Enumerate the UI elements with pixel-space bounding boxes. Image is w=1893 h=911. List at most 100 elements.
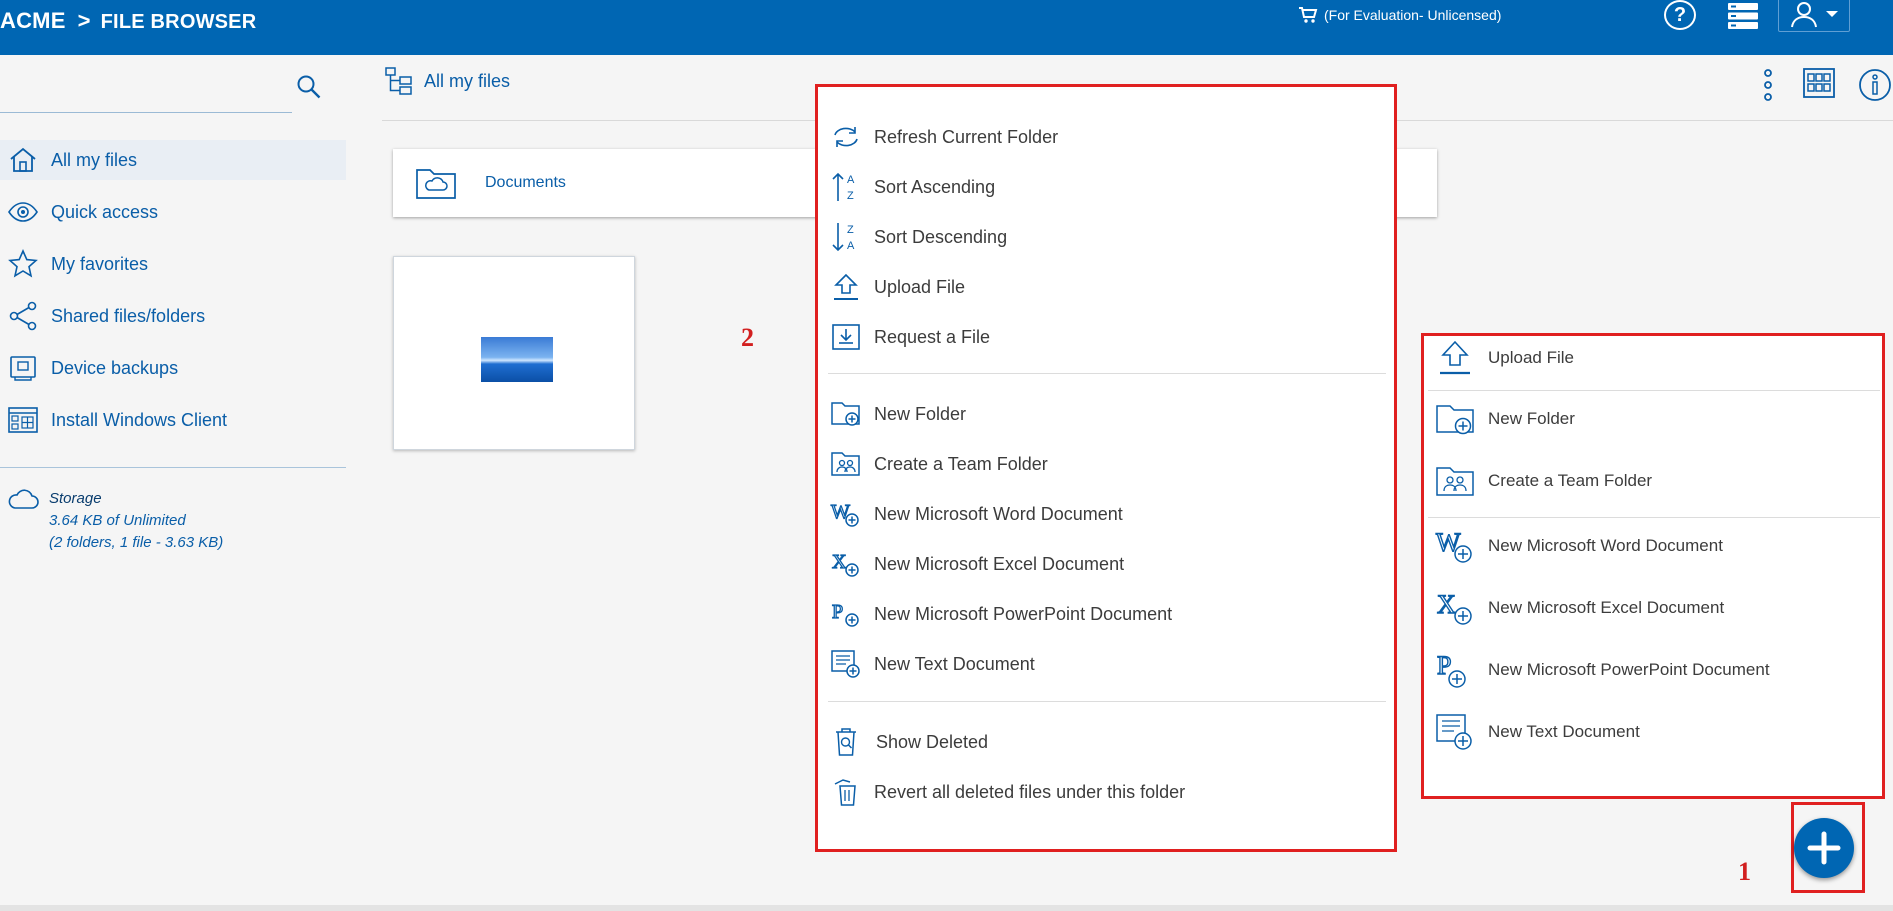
sidebar-item-label: Shared files/folders [51,305,206,326]
more-options-button[interactable] [1762,68,1774,102]
quick-add-new-powerpoint-document[interactable]: P New Microsoft PowerPoint Document [1434,648,1770,692]
sidebar-item-all-my-files[interactable]: All my files [0,140,346,180]
more-vertical-icon [1762,68,1774,102]
help-icon: ? [1673,3,1687,26]
svg-text:Z: Z [847,224,854,236]
menu-upload-file[interactable]: Upload File [830,267,965,307]
folder-name: Documents [485,174,566,191]
menu-refresh-current-folder[interactable]: Refresh Current Folder [830,117,1058,157]
user-menu-button[interactable] [1778,0,1850,32]
menu-new-word-document[interactable]: W New Microsoft Word Document [830,494,1123,534]
license-text: (For Evaluation- Unlicensed) [1324,7,1502,23]
menu-item-label: Refresh Current Folder [874,126,1059,147]
grid-view-button[interactable] [1803,68,1835,98]
powerpoint-add-icon: P [830,599,862,629]
folder-tree-icon [384,66,414,96]
svg-text:X: X [1437,590,1456,619]
text-document-icon [1434,713,1476,751]
license-notice[interactable]: (For Evaluation- Unlicensed) [1298,6,1501,24]
sidebar-item-quick-access[interactable]: Quick access [0,192,346,232]
menu-item-label: New Text Document [874,653,1035,674]
quick-add-new-text-document[interactable]: New Text Document [1434,710,1640,754]
app-header: ACME > FILE BROWSER (For Evaluation- Unlic… [0,0,1893,55]
sidebar-item-label: Install Windows Client [51,409,228,430]
menu-item-label: Request a File [874,326,991,347]
svg-text:X: X [832,551,847,573]
menu-show-deleted[interactable]: Show Deleted [830,722,988,762]
share-icon [6,301,40,331]
revert-deleted-icon [830,777,862,807]
menu-sort-ascending[interactable]: AZ Sort Ascending [830,167,995,207]
team-folder-icon [830,450,862,478]
menu-new-text-document[interactable]: New Text Document [830,644,1035,684]
storage-details: (2 folders, 1 file - 3.63 KB) [49,534,224,551]
search-icon[interactable] [296,74,322,100]
menu-revert-deleted[interactable]: Revert all deleted files under this fold… [830,772,1185,812]
show-deleted-icon [830,727,862,757]
servers-button[interactable] [1726,0,1760,32]
sidebar-item-device-backups[interactable]: Device backups [0,348,346,388]
file-card-image[interactable] [393,256,635,450]
add-button[interactable] [1794,818,1854,878]
breadcrumb[interactable]: All my files [384,66,510,96]
quick-add-label: Create a Team Folder [1488,471,1653,490]
word-add-icon: W [1434,527,1476,565]
home-icon [6,146,40,174]
quick-add-label: New Microsoft Excel Document [1488,598,1725,617]
user-icon [1789,0,1819,28]
cloud-icon [7,488,39,554]
info-button[interactable] [1858,68,1892,102]
menu-new-folder[interactable]: New Folder [830,394,966,434]
request-file-icon [830,323,862,351]
device-backup-icon [6,355,40,381]
svg-text:A: A [847,240,855,252]
quick-add-new-excel-document[interactable]: X New Microsoft Excel Document [1434,586,1724,630]
quick-add-divider [1428,517,1880,518]
sidebar-divider [0,467,346,468]
menu-item-label: Revert all deleted files under this fold… [874,781,1186,802]
sidebar-item-label: Quick access [51,201,159,222]
menu-item-label: New Microsoft PowerPoint Document [874,603,1173,624]
quick-add-new-word-document[interactable]: W New Microsoft Word Document [1434,524,1723,568]
cloud-folder-icon [415,166,457,200]
upload-icon [1434,340,1476,376]
page-footer [0,905,1893,911]
menu-new-excel-document[interactable]: X New Microsoft Excel Document [830,544,1124,584]
menu-item-label: New Microsoft Word Document [874,503,1123,524]
search-input[interactable] [0,68,292,113]
cart-icon [1298,6,1318,24]
svg-text:A: A [847,174,855,186]
quick-add-menu: Upload File New Folder Create a Team Fol… [1421,333,1885,799]
quick-add-divider [1428,390,1880,391]
menu-create-team-folder[interactable]: Create a Team Folder [830,444,1048,484]
menu-request-file[interactable]: Request a File [830,317,990,357]
annotation-marker-1: 1 [1738,857,1751,886]
new-folder-icon [830,400,862,428]
sidebar-item-my-favorites[interactable]: My favorites [0,244,346,284]
menu-new-powerpoint-document[interactable]: P New Microsoft PowerPoint Document [830,594,1172,634]
storage-title: Storage [49,490,102,507]
menu-item-label: Create a Team Folder [874,453,1048,474]
quick-add-label: New Text Document [1488,722,1640,741]
text-document-icon [830,649,862,679]
context-menu: Refresh Current Folder AZ Sort Ascending… [815,84,1397,852]
menu-item-label: New Microsoft Excel Document [874,553,1125,574]
plus-icon [1806,830,1842,866]
help-button[interactable]: ? [1664,0,1696,30]
excel-add-icon: X [1434,589,1476,627]
menu-sort-descending[interactable]: ZA Sort Descending [830,217,1007,257]
quick-add-new-folder[interactable]: New Folder [1434,397,1575,441]
annotation-marker-2: 2 [741,323,754,352]
section-title: FILE BROWSER [100,11,257,33]
sidebar-item-install-windows-client[interactable]: Install Windows Client [0,400,346,440]
word-add-icon: W [830,499,862,529]
sidebar-nav: All my files Quick access My favorites S… [0,140,346,452]
quick-add-upload-file[interactable]: Upload File [1434,336,1574,380]
menu-divider [828,373,1386,374]
sort-descending-icon: ZA [830,221,862,253]
quick-add-create-team-folder[interactable]: Create a Team Folder [1434,459,1652,503]
info-icon [1858,68,1892,102]
sidebar-item-shared[interactable]: Shared files/folders [0,296,346,336]
menu-item-label: Sort Ascending [874,176,996,197]
brand-name[interactable]: ACME [0,8,66,33]
